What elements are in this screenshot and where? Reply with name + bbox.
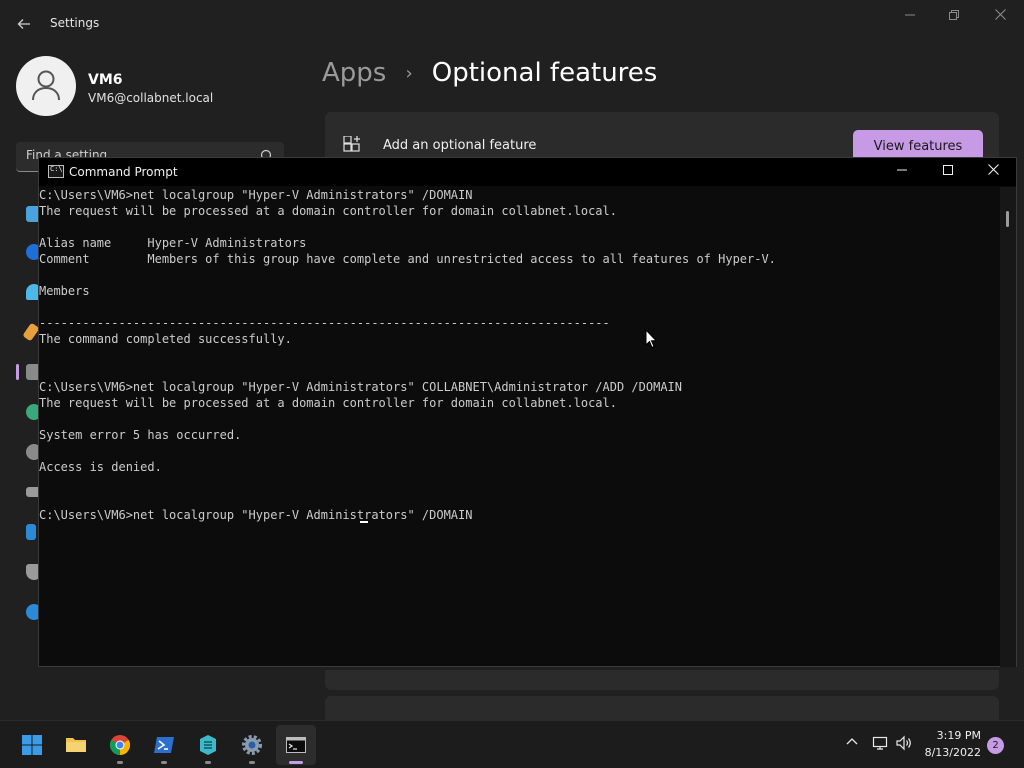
folder-icon bbox=[66, 738, 86, 752]
cmd-maximize-button[interactable] bbox=[925, 158, 971, 186]
back-button[interactable] bbox=[12, 12, 36, 36]
profile-name: VM6 bbox=[88, 72, 123, 88]
console-line: System error 5 has occurred. bbox=[39, 428, 242, 442]
text-cursor bbox=[360, 521, 368, 523]
console-line: Comment Members of this group have compl… bbox=[39, 252, 776, 266]
minimize-icon bbox=[905, 14, 915, 16]
nav-selection-indicator bbox=[16, 364, 19, 380]
console-line: The request will be processed at a domai… bbox=[39, 204, 617, 218]
command-prompt-taskbar-button[interactable] bbox=[276, 725, 316, 765]
scrollbar-thumb[interactable] bbox=[1006, 211, 1009, 227]
cmd-window-title: Command Prompt bbox=[69, 165, 178, 179]
gear-icon bbox=[242, 735, 262, 755]
minimize-button[interactable] bbox=[888, 4, 932, 28]
running-indicator bbox=[205, 761, 211, 764]
powershell-icon bbox=[154, 737, 174, 753]
profile-email: VM6@collabnet.local bbox=[88, 91, 214, 105]
chevron-up-icon[interactable] bbox=[843, 735, 861, 753]
maximize-icon bbox=[943, 165, 953, 175]
cmd-scrollbar[interactable] bbox=[1000, 187, 1016, 667]
clock-time[interactable]: 3:19 PM bbox=[925, 729, 981, 742]
powershell-button[interactable] bbox=[144, 725, 184, 765]
desktop: Settings VM6 VM6@collabnet.local Find a … bbox=[0, 0, 1024, 768]
console-line: Members bbox=[39, 284, 90, 298]
terminal-icon bbox=[286, 737, 306, 753]
console-line: C:\Users\VM6>net localgroup "Hyper-V Adm… bbox=[39, 380, 682, 394]
active-indicator bbox=[289, 761, 303, 764]
settings-app-button[interactable] bbox=[232, 725, 272, 765]
console-current-command: C:\Users\VM6>net localgroup "Hyper-V Adm… bbox=[39, 508, 473, 522]
notification-badge[interactable]: 2 bbox=[987, 737, 1004, 754]
running-indicator bbox=[117, 761, 123, 764]
avatar bbox=[16, 56, 76, 116]
file-explorer-button[interactable] bbox=[56, 725, 96, 765]
ethernet-icon bbox=[872, 736, 888, 750]
cmd-app-icon: C:\ bbox=[48, 165, 64, 178]
console-line: The command completed successfully. bbox=[39, 332, 292, 346]
speaker-icon bbox=[896, 735, 911, 751]
accessibility-icon[interactable] bbox=[26, 524, 36, 540]
server-manager-icon bbox=[200, 735, 216, 755]
close-icon bbox=[994, 9, 1006, 20]
console-line: C:\Users\VM6>net localgroup "Hyper-V Adm… bbox=[39, 188, 473, 202]
windows-logo-icon bbox=[22, 735, 42, 755]
breadcrumb-apps[interactable]: Apps bbox=[322, 58, 386, 88]
running-indicator bbox=[249, 761, 255, 764]
user-icon bbox=[32, 70, 60, 101]
settings-card-lower bbox=[325, 670, 999, 690]
clock-date[interactable]: 8/13/2022 bbox=[915, 746, 981, 759]
start-button[interactable] bbox=[12, 725, 52, 765]
settings-titlebar: Settings bbox=[0, 0, 1024, 48]
console-line: Alias name Hyper-V Administrators bbox=[39, 236, 307, 250]
chrome-button[interactable] bbox=[100, 725, 140, 765]
running-indicator bbox=[161, 761, 167, 764]
cmd-console-output[interactable]: C:\Users\VM6>net localgroup "Hyper-V Adm… bbox=[39, 187, 1000, 667]
console-line: The request will be processed at a domai… bbox=[39, 396, 617, 410]
restore-icon bbox=[949, 10, 959, 20]
cmd-minimize-button[interactable] bbox=[879, 158, 925, 186]
add-apps-icon bbox=[343, 136, 360, 152]
taskbar: 3:19 PM 8/13/2022 2 bbox=[0, 720, 1024, 768]
close-button[interactable] bbox=[978, 4, 1022, 28]
close-icon bbox=[987, 164, 999, 175]
network-icon[interactable] bbox=[871, 735, 889, 753]
settings-card-next bbox=[325, 696, 999, 720]
console-line: ----------------------------------------… bbox=[39, 316, 610, 330]
command-prompt-window[interactable]: C:\ Command Prompt C:\Users\VM6>net loca… bbox=[38, 157, 1017, 667]
minimize-icon bbox=[897, 169, 907, 171]
show-hidden-icons-icon bbox=[846, 738, 858, 745]
cmd-close-button[interactable] bbox=[970, 158, 1016, 186]
chrome-icon bbox=[110, 735, 130, 755]
add-optional-feature-label: Add an optional feature bbox=[383, 138, 537, 153]
page-title: Optional features bbox=[431, 58, 658, 88]
azure-data-studio-button[interactable] bbox=[188, 725, 228, 765]
restore-button[interactable] bbox=[932, 4, 976, 28]
cmd-titlebar[interactable]: C:\ Command Prompt bbox=[39, 158, 1016, 186]
chevron-right-icon: › bbox=[405, 62, 413, 84]
arrow-left-icon bbox=[17, 19, 30, 29]
console-line: Access is denied. bbox=[39, 460, 162, 474]
volume-icon[interactable] bbox=[895, 735, 913, 753]
breadcrumb: Apps › Optional features bbox=[322, 58, 657, 88]
mouse-pointer-icon bbox=[645, 329, 657, 349]
window-title: Settings bbox=[50, 16, 100, 30]
cmd-app-icon-text: C:\ bbox=[50, 165, 63, 173]
